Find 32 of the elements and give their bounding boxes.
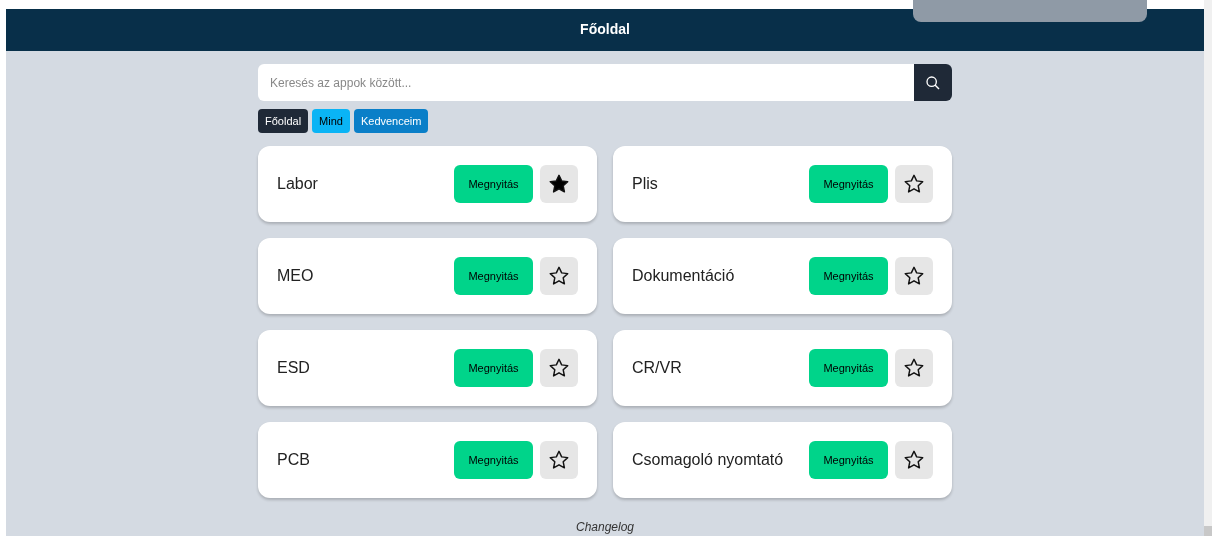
filter-button[interactable]: Főoldal bbox=[258, 109, 309, 133]
open-button[interactable]: Megnyitás bbox=[809, 349, 888, 387]
favorite-button[interactable] bbox=[895, 441, 933, 479]
filter-button[interactable]: Kedvenceim bbox=[353, 109, 429, 133]
favorite-button[interactable] bbox=[540, 441, 578, 479]
open-button[interactable]: Megnyitás bbox=[809, 257, 888, 295]
favorite-button[interactable] bbox=[895, 165, 933, 203]
open-button[interactable]: Megnyitás bbox=[454, 165, 533, 203]
favorite-button[interactable] bbox=[895, 257, 933, 295]
open-button[interactable]: Megnyitás bbox=[454, 257, 533, 295]
changelog-link[interactable]: Changelog bbox=[575, 518, 635, 536]
app-name: MEO bbox=[277, 266, 315, 286]
open-button[interactable]: Megnyitás bbox=[454, 441, 533, 479]
open-button[interactable]: Megnyitás bbox=[454, 349, 533, 387]
page-title: Főoldal bbox=[580, 20, 630, 40]
open-button[interactable]: Megnyitás bbox=[809, 441, 888, 479]
search-icon bbox=[925, 74, 941, 91]
favorite-button[interactable] bbox=[540, 257, 578, 295]
search-button[interactable] bbox=[914, 64, 952, 101]
app-name: Labor bbox=[277, 174, 319, 194]
open-button[interactable]: Megnyitás bbox=[809, 165, 888, 203]
favorite-button[interactable] bbox=[540, 165, 578, 203]
app-name: CR/VR bbox=[632, 358, 683, 378]
app-name: Dokumentáció bbox=[632, 266, 736, 286]
favorite-button[interactable] bbox=[540, 349, 578, 387]
app-name: Csomagoló nyomtató bbox=[632, 450, 785, 470]
app-name: ESD bbox=[277, 358, 311, 378]
favorite-button[interactable] bbox=[895, 349, 933, 387]
app-name: Plis bbox=[632, 174, 659, 194]
search-field[interactable]: Keresés az appok között... bbox=[258, 64, 914, 101]
filter-button[interactable]: Mind bbox=[312, 109, 350, 133]
app-name: PCB bbox=[277, 450, 311, 470]
